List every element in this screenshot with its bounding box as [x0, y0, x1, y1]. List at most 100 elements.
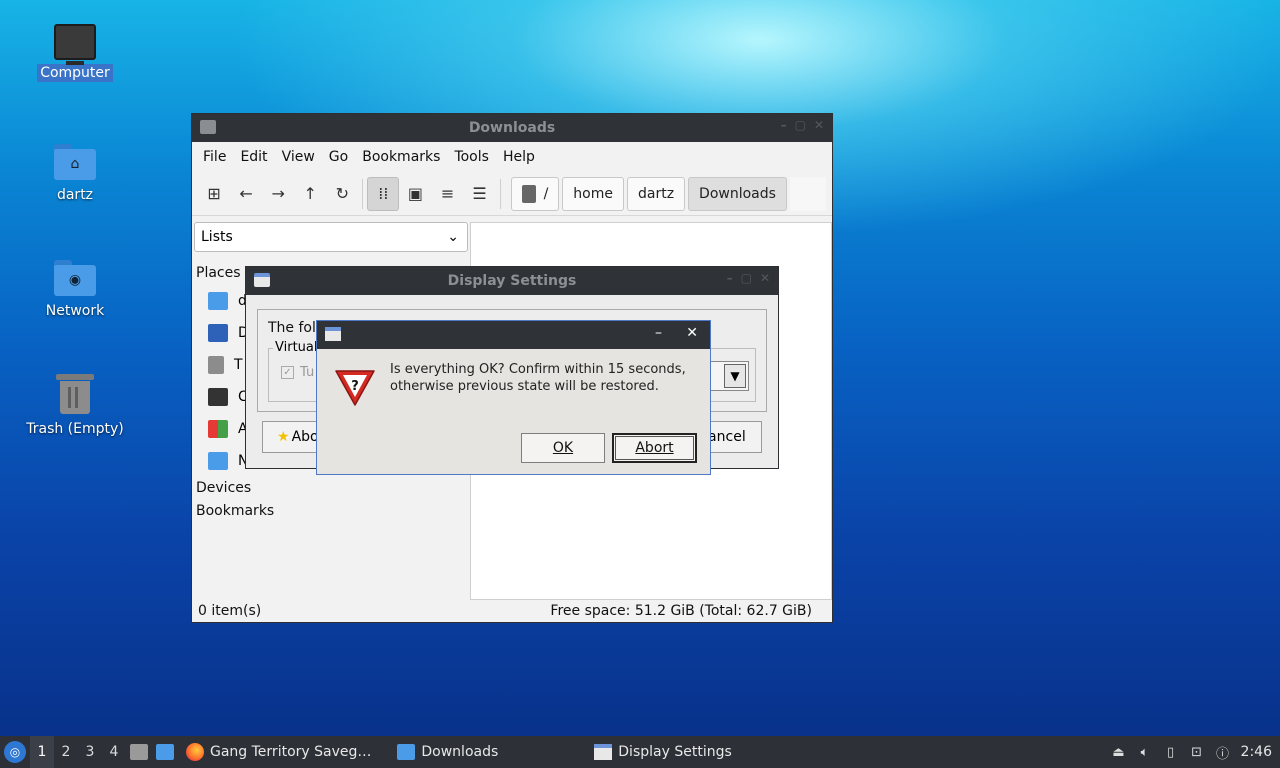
side-pane-select[interactable]: Lists ⌄: [194, 222, 468, 252]
notification-icon[interactable]: ⓘ: [1215, 744, 1231, 762]
window-icon: [325, 327, 341, 341]
menu-bar: File Edit View Go Bookmarks Tools Help: [192, 142, 832, 172]
new-tab-icon[interactable]: ⊞: [198, 177, 230, 211]
up-arrow-icon[interactable]: ↑: [294, 177, 326, 211]
menu-help[interactable]: Help: [496, 149, 542, 165]
minimize-icon[interactable]: –: [781, 118, 787, 132]
detailed-list-icon[interactable]: ☰: [464, 177, 496, 211]
computer-icon: [208, 388, 228, 406]
forward-arrow-icon[interactable]: →: [262, 177, 294, 211]
minimize-icon[interactable]: –: [655, 325, 662, 341]
window-icon: [594, 744, 613, 760]
window-title: Display Settings: [447, 273, 577, 289]
reload-icon[interactable]: ↻: [326, 177, 358, 211]
confirm-dialog-titlebar[interactable]: – ✕: [317, 321, 710, 349]
drive-icon: [521, 184, 536, 203]
desktop-icon-network[interactable]: ◉ Network: [20, 260, 130, 320]
menu-bookmarks[interactable]: Bookmarks: [355, 149, 447, 165]
desktop-icon-computer[interactable]: Computer: [20, 24, 130, 82]
applications-icon: [208, 420, 228, 438]
lubuntu-logo-icon: ◎: [4, 741, 26, 763]
desktop-icon-label: Trash (Empty): [26, 421, 124, 437]
compact-view-icon[interactable]: ≡: [432, 177, 464, 211]
clock[interactable]: 2:46: [1241, 744, 1272, 760]
workspace-3[interactable]: 3: [78, 736, 102, 768]
chevron-down-icon: ⌄: [447, 229, 459, 245]
window-title: Downloads: [468, 120, 556, 136]
network-icon[interactable]: ⊡: [1189, 744, 1205, 760]
task-downloads[interactable]: Downloads: [389, 736, 506, 768]
folder-icon: [397, 744, 416, 760]
computer-icon: [54, 24, 96, 65]
eject-icon[interactable]: ⏏: [1111, 744, 1127, 760]
crumb-dartz[interactable]: dartz: [626, 176, 686, 211]
status-bar: 0 item(s) Free space: 51.2 GiB (Total: 6…: [192, 600, 832, 622]
warning-icon: ?: [335, 370, 375, 406]
dropdown-arrow-icon: ▼: [724, 364, 746, 388]
display-settings-titlebar[interactable]: Display Settings – ▢ ✕: [246, 267, 778, 295]
taskbar: ◎ 1 2 3 4 Gang Territory Saveg… Download…: [0, 736, 1280, 768]
close-icon[interactable]: ✕: [760, 271, 770, 285]
desktop-icon-label: Computer: [37, 64, 113, 82]
network-folder-icon: [208, 452, 228, 470]
bookmarks-header[interactable]: Bookmarks: [192, 500, 470, 523]
file-manager-icon: [130, 744, 148, 760]
file-manager-launcher[interactable]: [126, 736, 152, 768]
task-firefox[interactable]: Gang Territory Saveg…: [178, 736, 379, 768]
display-settings-text: The foll: [268, 320, 320, 336]
icon-view-icon[interactable]: ⁞⁞: [367, 176, 400, 211]
desktop-icon-trash[interactable]: Trash (Empty): [20, 374, 130, 438]
crumb-root[interactable]: /: [510, 176, 560, 211]
volume-icon[interactable]: 🔈︎: [1137, 744, 1153, 760]
desktop-icon-home[interactable]: ⌂ dartz: [20, 144, 130, 204]
menu-tools[interactable]: Tools: [447, 149, 496, 165]
abort-button[interactable]: Abort: [612, 433, 697, 463]
workspace-2[interactable]: 2: [54, 736, 78, 768]
toolbar: ⊞ ← → ↑ ↻ ⁞⁞ ▣ ≡ ☰ / home dartz Download…: [192, 172, 832, 216]
item-count: 0 item(s): [198, 603, 262, 619]
confirm-message: Is everything OK? Confirm within 15 seco…: [390, 362, 686, 394]
maximize-icon[interactable]: ▢: [741, 271, 752, 285]
file-manager-titlebar[interactable]: Downloads – ▢ ✕: [192, 114, 832, 142]
trash-icon: [208, 356, 224, 374]
system-tray: ⏏ 🔈︎ ▯ ⊡ ⓘ 2:46: [1111, 744, 1280, 762]
thumbnail-view-icon[interactable]: ▣: [399, 177, 431, 211]
ok-button[interactable]: OK: [521, 433, 605, 463]
menu-edit[interactable]: Edit: [233, 149, 274, 165]
task-display-settings[interactable]: Display Settings: [586, 736, 739, 768]
show-desktop-button[interactable]: [152, 736, 178, 768]
home-folder-icon: ⌂: [54, 144, 96, 180]
crumb-downloads[interactable]: Downloads: [688, 176, 787, 211]
maximize-icon[interactable]: ▢: [795, 118, 806, 132]
desktop-icon: [156, 744, 174, 760]
menu-file[interactable]: File: [196, 149, 233, 165]
back-arrow-icon[interactable]: ←: [230, 177, 262, 211]
about-button[interactable]: ★ Abo: [262, 421, 322, 453]
desktop-icon-label: dartz: [56, 187, 94, 203]
close-icon[interactable]: ✕: [814, 118, 824, 132]
clipboard-icon[interactable]: ▯: [1163, 744, 1179, 760]
start-menu-button[interactable]: ◎: [0, 736, 30, 768]
devices-header[interactable]: Devices: [192, 477, 470, 500]
desktop-icon: [208, 324, 228, 342]
turn-on-checkbox[interactable]: ✓ Tu: [281, 365, 314, 380]
svg-text:?: ?: [351, 379, 359, 394]
folder-icon: [200, 120, 216, 134]
free-space: Free space: 51.2 GiB (Total: 62.7 GiB): [550, 603, 812, 619]
workspace-1[interactable]: 1: [30, 736, 54, 768]
home-folder-icon: [208, 292, 228, 310]
minimize-icon[interactable]: –: [727, 271, 733, 285]
trash-icon: [56, 374, 94, 414]
checkbox-icon: ✓: [281, 366, 294, 379]
menu-go[interactable]: Go: [322, 149, 355, 165]
network-folder-icon: ◉: [54, 260, 96, 296]
firefox-icon: [186, 743, 204, 761]
menu-view[interactable]: View: [275, 149, 322, 165]
workspace-4[interactable]: 4: [102, 736, 126, 768]
confirm-dialog: – ✕ ? Is everything OK? Confirm within 1…: [316, 320, 711, 475]
breadcrumb: / home dartz Downloads: [510, 176, 826, 211]
crumb-home[interactable]: home: [562, 176, 624, 211]
close-icon[interactable]: ✕: [686, 325, 698, 341]
desktop-icon-label: Network: [45, 303, 105, 319]
window-icon: [254, 273, 270, 287]
